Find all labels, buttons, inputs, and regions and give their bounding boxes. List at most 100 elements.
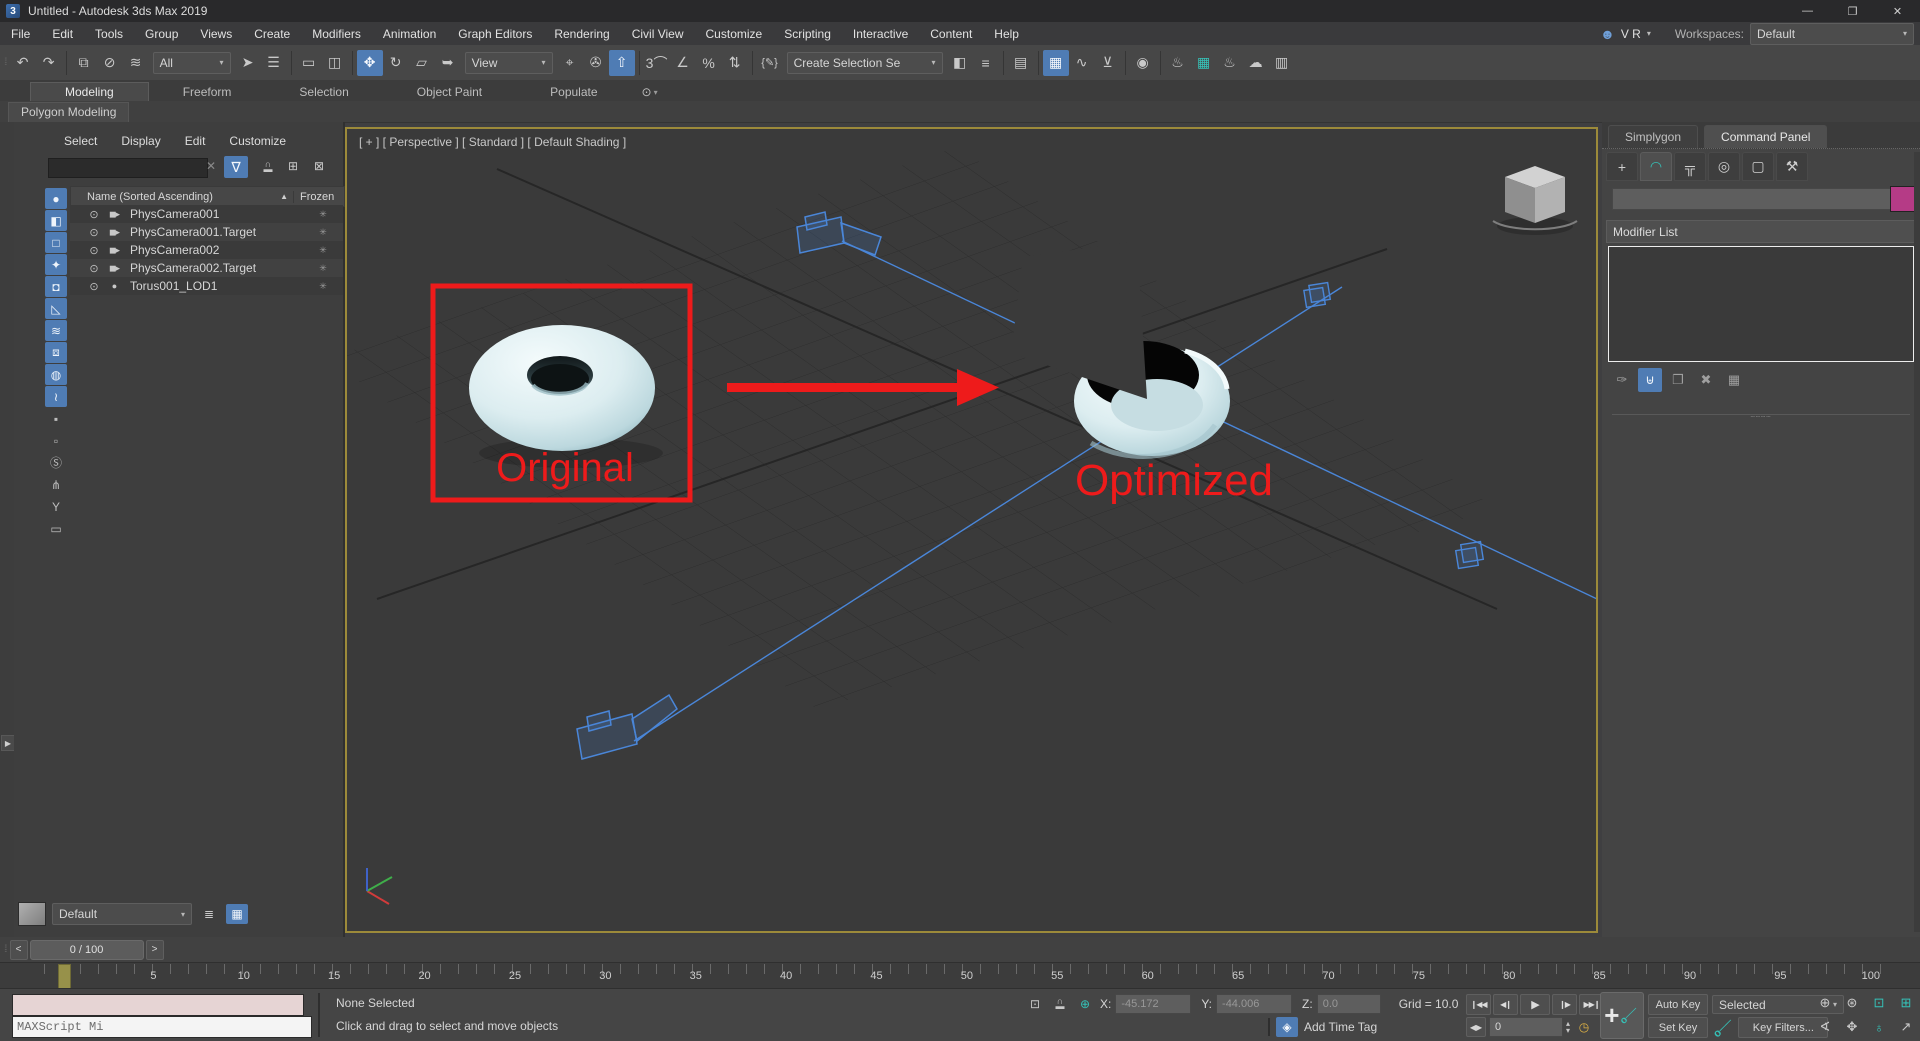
menu-item[interactable]: Modifiers bbox=[301, 22, 372, 45]
select-and-place-icon[interactable]: ➥ bbox=[435, 50, 461, 76]
zoom-all-icon[interactable]: ⊛ bbox=[1839, 992, 1865, 1014]
window-crossing-icon[interactable]: ◫ bbox=[322, 50, 348, 76]
toggle-scene-explorer-icon[interactable]: ▦ bbox=[1043, 50, 1069, 76]
frozen-cell-icon[interactable]: ✳ bbox=[303, 227, 343, 238]
menu-item[interactable]: Edit bbox=[41, 22, 84, 45]
macro-recorder-pane[interactable] bbox=[12, 994, 304, 1016]
folder-icon[interactable]: ▭ bbox=[45, 518, 67, 539]
explorer-menu-item[interactable]: Select bbox=[52, 134, 109, 148]
grey-square-icon[interactable]: ▪ bbox=[45, 408, 67, 429]
reference-coordinate-dropdown[interactable]: View▾ bbox=[465, 52, 553, 74]
display-xrefs-icon[interactable]: ◍ bbox=[45, 364, 67, 385]
display-lights-icon[interactable]: ✦ bbox=[45, 254, 67, 275]
select-and-link-icon[interactable]: ⧉ bbox=[71, 50, 97, 76]
clear-search-icon[interactable]: ✕ bbox=[206, 159, 216, 173]
frozen-column-header[interactable]: Frozen bbox=[293, 191, 344, 203]
pin-stack-icon[interactable]: ✑ bbox=[1610, 368, 1634, 392]
selection-lock-icon[interactable]: ∩▬ bbox=[1050, 999, 1070, 1009]
ribbon-tab[interactable]: Object Paint bbox=[383, 83, 516, 101]
white-square-icon[interactable]: ▫ bbox=[45, 430, 67, 451]
rendered-frame-window-icon[interactable]: ▦ bbox=[1191, 50, 1217, 76]
bind-to-space-warp-icon[interactable]: ≋ bbox=[123, 50, 149, 76]
snaps-toggle-3d-icon[interactable]: 3⌒ bbox=[644, 50, 670, 76]
toggle-layer-explorer-icon[interactable]: ▤ bbox=[1008, 50, 1034, 76]
menu-item[interactable]: Interactive bbox=[842, 22, 919, 45]
toolbar-grip[interactable]: ⁞⁞ bbox=[4, 57, 6, 68]
search-input[interactable] bbox=[48, 158, 208, 178]
x-coordinate-field[interactable]: -45.172 bbox=[1115, 994, 1191, 1014]
display-helpers-icon[interactable]: ◺ bbox=[45, 298, 67, 319]
visibility-eye-icon[interactable]: ⊙ bbox=[86, 226, 102, 239]
time-slider-value[interactable]: 0 / 100 bbox=[30, 940, 144, 960]
display-bones-icon[interactable]: ≀ bbox=[45, 386, 67, 407]
ribbon-display-toggle-icon[interactable]: ⊙ bbox=[642, 85, 652, 99]
frozen-cell-icon[interactable]: ✳ bbox=[303, 209, 343, 220]
command-panel-tab[interactable]: Command Panel bbox=[1704, 125, 1827, 148]
render-in-cloud-icon[interactable]: ☁ bbox=[1243, 50, 1269, 76]
next-frame-button[interactable]: ❙▶ bbox=[1552, 994, 1577, 1015]
set-key-button[interactable]: Set Key bbox=[1648, 1017, 1708, 1038]
viewport-label[interactable]: [ + ] [ Perspective ] [ Standard ] [ Def… bbox=[359, 135, 626, 149]
menu-item[interactable]: Views bbox=[189, 22, 243, 45]
add-time-tag[interactable]: Add Time Tag bbox=[1304, 1020, 1377, 1034]
camera-target-cube-2[interactable] bbox=[1456, 542, 1484, 569]
absolute-offset-mode-icon[interactable]: ⊕ bbox=[1074, 994, 1096, 1014]
modifier-stack-list[interactable] bbox=[1608, 246, 1914, 362]
listener-divider[interactable] bbox=[318, 993, 320, 1037]
pan-icon[interactable]: ✥ bbox=[1839, 1016, 1865, 1038]
camera-target-cube-1[interactable] bbox=[1304, 283, 1330, 308]
curve-editor-icon[interactable]: ∿ bbox=[1069, 50, 1095, 76]
frozen-cell-icon[interactable]: ✳ bbox=[303, 245, 343, 256]
object-name[interactable]: Torus001_LOD1 bbox=[126, 279, 303, 293]
orbit-icon[interactable]: ♁ bbox=[1866, 1016, 1892, 1038]
previous-frame-button[interactable]: ◀❙ bbox=[1493, 994, 1518, 1015]
time-slider-handle[interactable] bbox=[58, 964, 71, 990]
view-cube[interactable] bbox=[1493, 166, 1577, 235]
scene-explorer-row[interactable]: ⊙ ◼▸ PhysCamera002.Target ✳ bbox=[70, 259, 343, 277]
scene-explorer-row[interactable]: ⊙ ◼▸ PhysCamera001 ✳ bbox=[70, 205, 343, 223]
menu-item[interactable]: Group bbox=[134, 22, 189, 45]
display-groups-icon[interactable]: ⧈ bbox=[45, 342, 67, 363]
time-tag-cube-icon[interactable]: ◈ bbox=[1276, 1017, 1298, 1037]
hierarchy-panel-icon[interactable]: ╦ bbox=[1674, 152, 1706, 181]
make-unique-icon[interactable]: ❐ bbox=[1666, 368, 1690, 392]
previous-frame-slider-button[interactable]: < bbox=[10, 940, 28, 960]
sort-ascending-icon[interactable]: ▲ bbox=[280, 192, 288, 201]
named-selection-sets-dropdown[interactable]: Create Selection Se▾ bbox=[787, 52, 943, 74]
layer-list-icon[interactable]: ≣ bbox=[198, 904, 220, 924]
display-all-icon[interactable]: ● bbox=[45, 188, 67, 209]
menu-item[interactable]: Customize bbox=[695, 22, 774, 45]
use-pivot-point-icon[interactable]: ⌖ bbox=[557, 50, 583, 76]
physcamera002-gizmo[interactable] bbox=[577, 695, 677, 759]
column-chooser-icon[interactable]: ⊞ bbox=[282, 156, 304, 176]
select-and-scale-icon[interactable]: ▱ bbox=[409, 50, 435, 76]
user-caret-icon[interactable]: ▾ bbox=[1647, 29, 1651, 38]
bone-toggle-icon[interactable]: ⋔ bbox=[45, 474, 67, 495]
maximize-viewport-icon[interactable]: ↗ bbox=[1893, 1016, 1919, 1038]
maximize-button[interactable]: ❐ bbox=[1830, 0, 1875, 22]
select-by-name-icon[interactable]: ☰ bbox=[261, 50, 287, 76]
signed-in-user[interactable]: V R bbox=[1621, 27, 1641, 41]
perspective-viewport[interactable]: Original Optimized bbox=[345, 127, 1598, 933]
align-icon[interactable]: ≡ bbox=[973, 50, 999, 76]
scene-explorer-row[interactable]: ⊙ ◼▸ PhysCamera001.Target ✳ bbox=[70, 223, 343, 241]
render-presets-icon[interactable]: ▥ bbox=[1269, 50, 1295, 76]
ribbon-tab[interactable]: Selection bbox=[265, 83, 382, 101]
filter-funnel-icon[interactable]: ∇ bbox=[224, 156, 248, 178]
selection-filter-dropdown[interactable]: All▾ bbox=[153, 52, 231, 74]
s-badge-icon[interactable]: Ⓢ bbox=[45, 452, 67, 473]
display-panel-icon[interactable]: ▢ bbox=[1742, 152, 1774, 181]
command-panel-tab[interactable]: Simplygon bbox=[1608, 125, 1698, 148]
show-end-result-icon[interactable]: ⊎ bbox=[1638, 368, 1662, 392]
isolate-selection-icon[interactable]: ⊡ bbox=[1024, 994, 1046, 1014]
panel-scrollbar[interactable] bbox=[1914, 152, 1920, 932]
menu-item[interactable]: Graph Editors bbox=[447, 22, 543, 45]
timeline-grip[interactable]: ⁞⁞ bbox=[4, 944, 6, 955]
current-frame-field[interactable]: 0 bbox=[1489, 1017, 1563, 1037]
display-shapes-icon[interactable]: □ bbox=[45, 232, 67, 253]
visibility-eye-icon[interactable]: ⊙ bbox=[86, 262, 102, 275]
close-button[interactable]: ✕ bbox=[1875, 0, 1920, 22]
create-panel-icon[interactable]: + bbox=[1606, 152, 1638, 181]
active-layer-dropdown[interactable]: Default ▾ bbox=[52, 903, 192, 925]
undo-icon[interactable]: ↶ bbox=[10, 50, 36, 76]
